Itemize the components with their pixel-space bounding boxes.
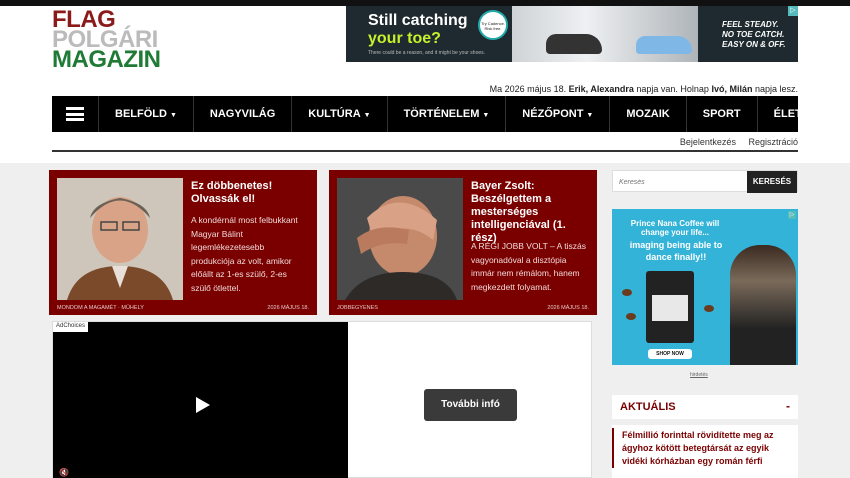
article-photo[interactable] <box>57 178 183 300</box>
ad-info-icon[interactable]: ▷ <box>788 211 796 219</box>
nav-item[interactable]: MOZAIK <box>609 96 685 132</box>
coffee-bag-image <box>646 271 694 343</box>
nav-item[interactable]: NAGYVILÁG <box>192 96 291 132</box>
ad-tagline: FEEL STEADY. NO TOE CATCH. EASY ON & OFF… <box>722 20 786 49</box>
article-excerpt: A kondérnál most felbukkant Magyar Bálin… <box>191 215 298 293</box>
shoe-image <box>636 36 692 54</box>
caret-down-icon: ▼ <box>586 112 594 119</box>
shoe-image <box>546 34 602 54</box>
nav-item-label: NAGYVILÁG <box>209 108 276 120</box>
aktualis-header: AKTUÁLIS - <box>612 395 798 419</box>
article-card[interactable]: Bayer Zsolt: Beszélgettem a mesterséges … <box>329 170 597 315</box>
hamburger-icon[interactable] <box>66 107 84 121</box>
article-title[interactable]: Bayer Zsolt: Beszélgettem a mesterséges … <box>471 180 593 245</box>
ad-brand-text: Prince Nana Coffee will change your life… <box>630 219 720 237</box>
divider <box>52 150 798 152</box>
ad-caption: hirdetés <box>690 372 708 378</box>
article-date: 2026 MÁJUS 18. <box>267 305 309 311</box>
shop-now-button[interactable]: SHOP NOW <box>648 349 692 359</box>
nav-item-label: BELFÖLD <box>115 108 167 120</box>
coffee-bean-icon <box>626 313 636 320</box>
caret-down-icon: ▼ <box>482 112 490 119</box>
caret-down-icon: ▼ <box>169 112 177 119</box>
register-link[interactable]: Regisztráció <box>748 137 798 147</box>
ad-badge: Try Cadence. Risk free. <box>478 10 508 40</box>
search-box: KERESÉS <box>612 170 798 193</box>
ad-info-icon[interactable]: ▷ <box>788 6 798 16</box>
logo-line-3: MAGAZIN <box>52 46 161 73</box>
ad-headline: imaging being able to dance finally!! <box>629 240 723 262</box>
video-player[interactable]: 🔇 <box>53 322 348 478</box>
ad-fine-print: There could be a reason, and it might be… <box>368 50 486 56</box>
nav-item-label: KULTÚRA <box>308 108 361 120</box>
aktualis-label: AKTUÁLIS <box>620 401 676 413</box>
video-ad[interactable]: 🔇 AdChoices További infó <box>52 321 592 478</box>
article-excerpt: A RÉGI JOBB VOLT – A tiszás vagyonadóval… <box>471 241 586 292</box>
article-photo[interactable] <box>337 178 463 300</box>
ad-headline-1: Still catching <box>368 12 468 29</box>
site-logo[interactable]: FLAG POLGÁRI MAGAZIN <box>52 8 202 73</box>
mute-icon[interactable]: 🔇 <box>59 468 69 477</box>
nav-items: BELFÖLD ▼ NAGYVILÁG KULTÚRA ▼ TÖRTÉNELEM ▼ NÉZŐ… <box>98 96 850 132</box>
nav-item[interactable]: BELFÖLD ▼ <box>98 96 193 132</box>
auth-links: Bejelentkezés Regisztráció <box>670 137 798 147</box>
ad-headline-2: your toe? <box>368 30 441 47</box>
coffee-bean-icon <box>622 289 632 296</box>
nav-item[interactable]: ÉLETMÓD ▼ <box>756 96 850 132</box>
article-card[interactable]: Ez döbbenetes! Olvassák el! A kondérnál … <box>49 170 317 315</box>
caret-down-icon: ▼ <box>830 112 838 119</box>
nav-item[interactable]: NÉZŐPONT ▼ <box>505 96 609 132</box>
side-ad[interactable]: Prince Nana Coffee will change your life… <box>612 209 798 365</box>
nav-item[interactable]: KULTÚRA ▼ <box>291 96 386 132</box>
nav-item-label: NÉZŐPONT <box>522 108 584 120</box>
article-title[interactable]: Ez döbbenetes! Olvassák el! <box>191 180 313 206</box>
nav-item-label: ÉLETMÓD <box>773 108 828 120</box>
nav-item-label: SPORT <box>702 108 741 120</box>
news-item[interactable]: Félmillió forinttal rövidítette meg az á… <box>612 425 798 478</box>
nav-item-label: MOZAIK <box>626 108 670 120</box>
adchoices-label[interactable]: AdChoices <box>53 322 89 332</box>
nav-item[interactable]: SPORT <box>685 96 757 132</box>
collapse-toggle[interactable]: - <box>786 399 790 413</box>
search-input[interactable] <box>619 174 749 190</box>
nav-item-label: TÖRTÉNELEM <box>403 108 480 120</box>
search-button[interactable]: KERESÉS <box>747 171 797 193</box>
news-accent-bar <box>612 428 614 468</box>
more-info-button[interactable]: További infó <box>424 389 517 421</box>
article-category[interactable]: JOBBEGYENES <box>337 305 378 311</box>
article-date: 2026 MÁJUS 18. <box>547 305 589 311</box>
nav-item[interactable]: TÖRTÉNELEM ▼ <box>386 96 506 132</box>
person-image <box>730 245 796 365</box>
caret-down-icon: ▼ <box>363 112 371 119</box>
play-icon[interactable] <box>196 397 210 413</box>
article-meta: MONDOM A MAGAMÉT · MŰHELY 2026 MÁJUS 18. <box>57 305 309 311</box>
article-meta: JOBBEGYENES 2026 MÁJUS 18. <box>337 305 589 311</box>
article-category[interactable]: MONDOM A MAGAMÉT · MŰHELY <box>57 305 144 311</box>
login-link[interactable]: Bejelentkezés <box>680 137 736 147</box>
coffee-bean-icon <box>704 305 714 312</box>
top-banner-ad[interactable]: Still catching your toe? There could be … <box>346 6 798 62</box>
name-day-line: Ma 2026 május 18. Erik, Alexandra napja … <box>489 84 798 94</box>
news-headline[interactable]: Félmillió forinttal rövidítette meg az á… <box>622 429 794 468</box>
main-nav: BELFÖLD ▼ NAGYVILÁG KULTÚRA ▼ TÖRTÉNELEM ▼ NÉZŐ… <box>52 96 837 132</box>
